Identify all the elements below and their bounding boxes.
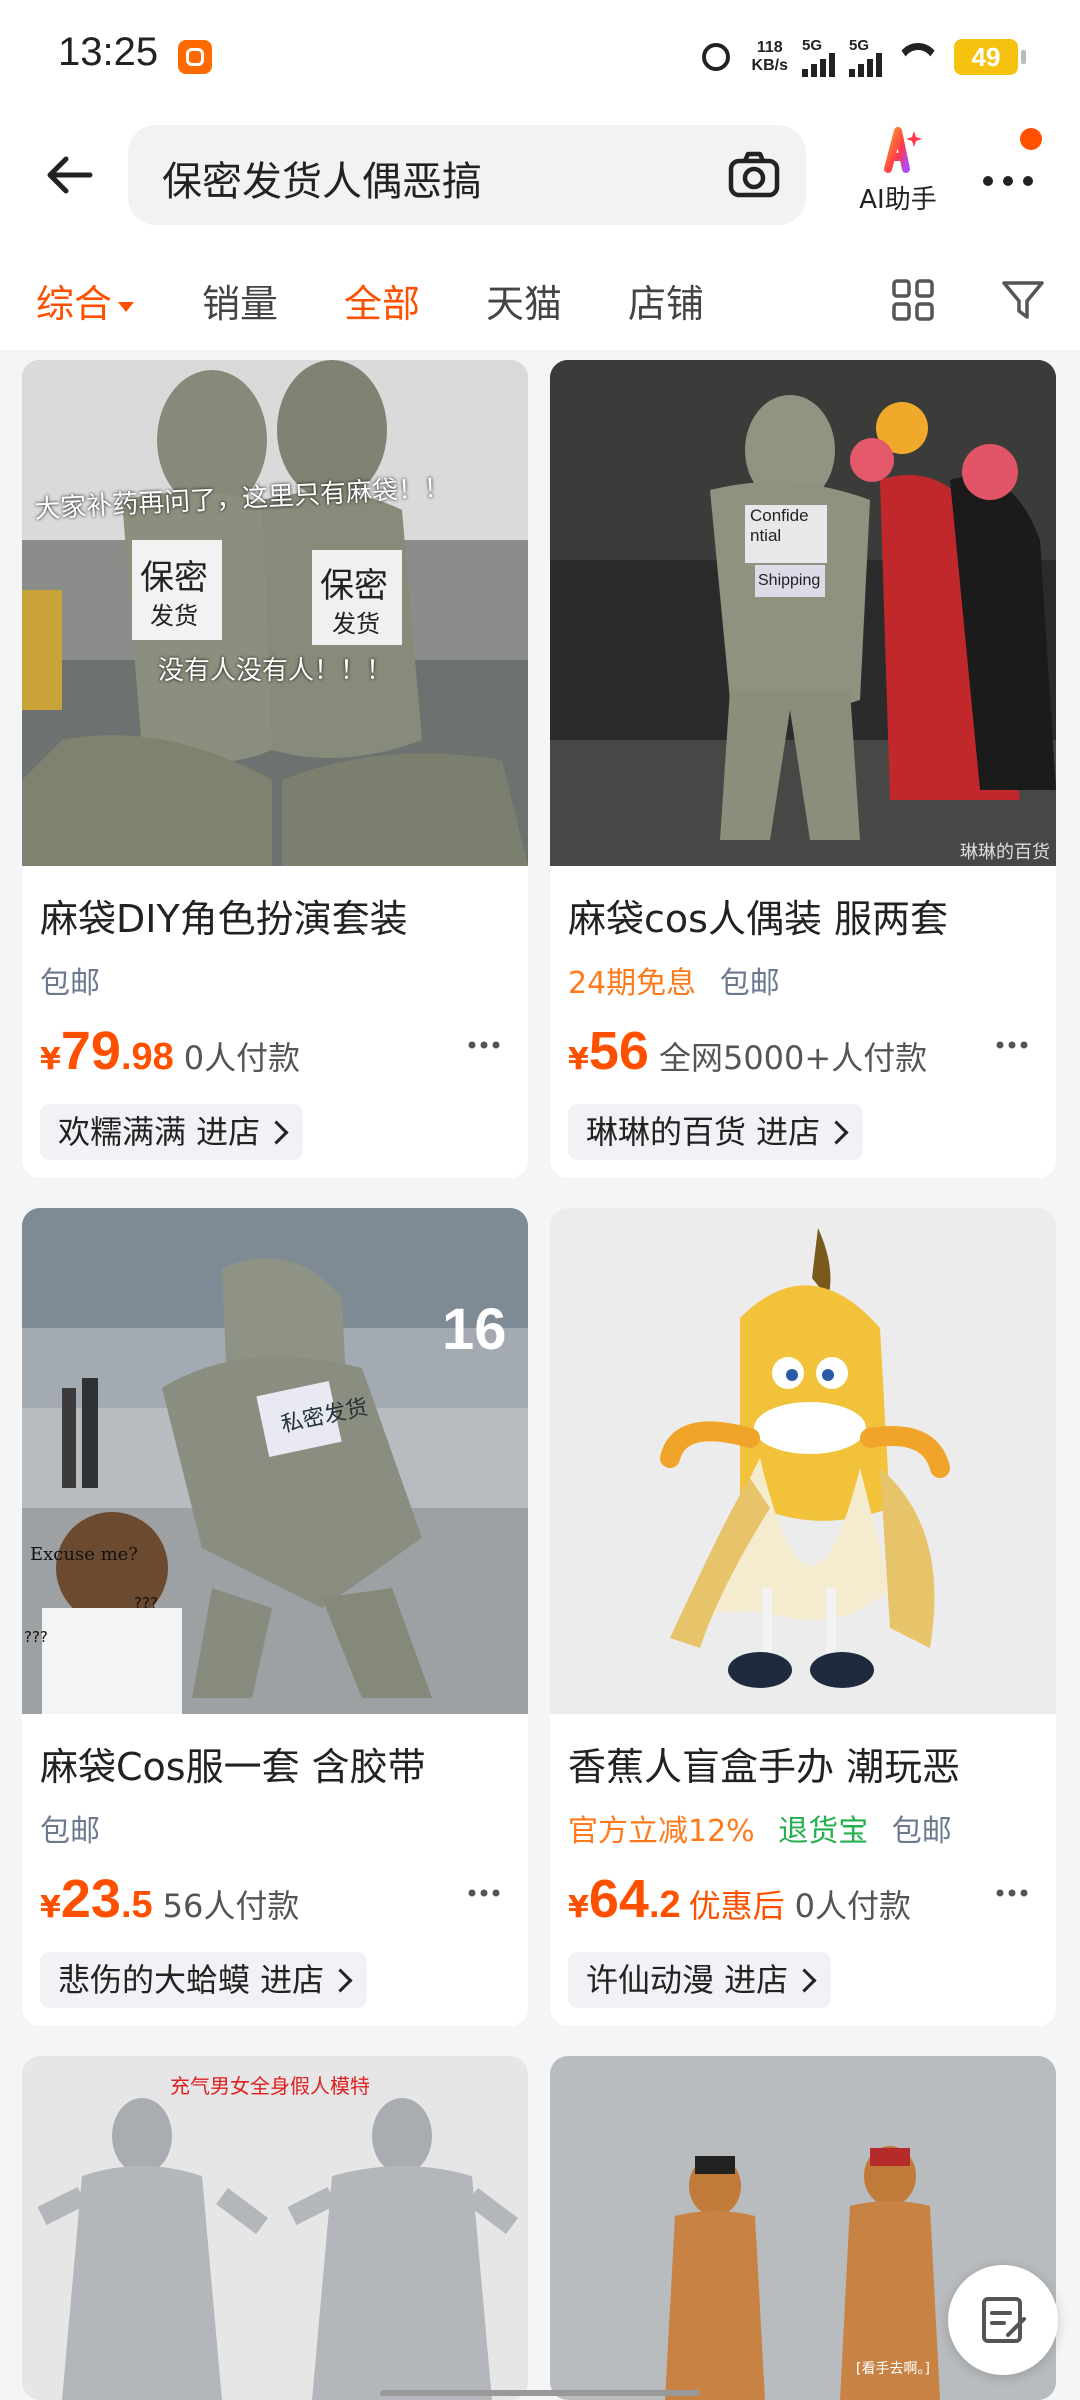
after-discount-label: 优惠后 bbox=[688, 1887, 785, 1925]
price: 64 bbox=[588, 1869, 649, 1929]
sort-tabs: 综合 销量 全部 天猫 店铺 bbox=[0, 235, 1080, 350]
tag-free-shipping: 包邮 bbox=[891, 1814, 952, 1849]
ai-assistant-button[interactable]: AI助手 bbox=[848, 127, 948, 223]
product-photo bbox=[22, 2056, 528, 2400]
filter-button[interactable] bbox=[1000, 277, 1046, 323]
product-title[interactable]: 香蕉人盲盒手办 潮玩恶 bbox=[568, 1736, 960, 1791]
back-button[interactable] bbox=[40, 145, 100, 205]
back-arrow-icon bbox=[47, 156, 93, 194]
grid-view-icon bbox=[892, 279, 934, 321]
sales-count: 全网5000+人付款 bbox=[658, 1039, 928, 1077]
tag-discount: 官方立减12% bbox=[568, 1814, 755, 1849]
product-image[interactable] bbox=[550, 1208, 1056, 1714]
edit-note-icon bbox=[982, 2297, 1026, 2343]
signal-icon-sim1: 5G bbox=[802, 38, 835, 77]
sales-count: 0人付款 bbox=[183, 1039, 301, 1077]
product-card[interactable]: 大家补药再问了，这里只有麻袋！！ 没有人没有人！！！ 保密 发货 保密 发货 麻… bbox=[22, 360, 528, 1178]
price: 56 bbox=[588, 1021, 649, 1081]
price-row: ¥ 64 .2 优惠后 0人付款 bbox=[568, 1869, 912, 1929]
network-speed: 118 KB/s bbox=[751, 39, 788, 74]
product-title[interactable]: 麻袋DIY角色扮演套装 bbox=[40, 888, 408, 943]
status-bar: 13:25 118 KB/s 5G 5G 49 bbox=[0, 0, 1080, 115]
tab-all[interactable]: 全部 bbox=[344, 273, 420, 328]
shop-link[interactable]: 悲伤的大蛤蟆 进店 bbox=[40, 1952, 368, 2008]
product-card[interactable]: 充气男女全身假人模特 bbox=[22, 2056, 528, 2400]
ai-sparkle-icon bbox=[884, 127, 922, 173]
product-image[interactable]: 充气男女全身假人模特 bbox=[22, 2056, 528, 2400]
signal-icon-sim2: 5G bbox=[849, 38, 882, 77]
tab-shops[interactable]: 店铺 bbox=[628, 273, 704, 328]
more-dots-icon bbox=[468, 1889, 500, 1897]
product-image[interactable]: 大家补药再问了，这里只有麻袋！！ 没有人没有人！！！ 保密 发货 保密 发货 bbox=[22, 360, 528, 866]
card-more-button[interactable] bbox=[992, 1030, 1032, 1060]
shop-link[interactable]: 许仙动漫 进店 bbox=[568, 1952, 832, 2008]
product-photo bbox=[22, 360, 528, 866]
app-notification-icon bbox=[178, 40, 212, 74]
chevron-right-icon bbox=[328, 1968, 353, 1993]
more-dots-icon bbox=[996, 1041, 1028, 1049]
product-tags: 包邮 bbox=[40, 1806, 114, 1850]
wifi-icon bbox=[896, 39, 940, 75]
home-indicator[interactable] bbox=[380, 2390, 700, 2396]
product-card[interactable]: 私密发货 Excuse me? ??? ??? 16 麻袋Cos服一套 含胶带 … bbox=[22, 1208, 528, 2026]
more-dots-icon bbox=[983, 176, 1033, 186]
clock: 13:25 bbox=[58, 30, 159, 74]
shop-link[interactable]: 欢糯满满 进店 bbox=[40, 1104, 304, 1160]
shop-link[interactable]: 琳琳的百货 进店 bbox=[568, 1104, 864, 1160]
card-more-button[interactable] bbox=[992, 1878, 1032, 1908]
product-title[interactable]: 麻袋Cos服一套 含胶带 bbox=[40, 1736, 426, 1791]
price-row: ¥ 56 全网5000+人付款 bbox=[568, 1021, 928, 1081]
tab-tmall[interactable]: 天猫 bbox=[486, 273, 562, 328]
chevron-right-icon bbox=[264, 1120, 289, 1145]
search-header: 保密发货人偶恶搞 AI助手 bbox=[0, 115, 1080, 235]
tab-comprehensive[interactable]: 综合 bbox=[36, 273, 135, 328]
price: 23 bbox=[60, 1869, 121, 1929]
layout-toggle-button[interactable] bbox=[890, 277, 936, 323]
tag-return-insurance: 退货宝 bbox=[778, 1814, 869, 1849]
card-more-button[interactable] bbox=[464, 1878, 504, 1908]
camera-icon bbox=[728, 151, 780, 198]
product-image[interactable]: 私密发货 Excuse me? ??? ??? 16 bbox=[22, 1208, 528, 1714]
search-input[interactable]: 保密发货人偶恶搞 bbox=[128, 125, 806, 225]
tag-free-shipping: 包邮 bbox=[719, 966, 780, 1001]
status-icons: 118 KB/s 5G 5G 49 bbox=[698, 34, 1080, 80]
card-more-button[interactable] bbox=[464, 1030, 504, 1060]
price-row: ¥ 79 .98 0人付款 bbox=[40, 1021, 301, 1081]
notification-badge bbox=[1020, 128, 1042, 150]
search-query: 保密发货人偶恶搞 bbox=[162, 159, 482, 205]
filter-funnel-icon bbox=[1002, 281, 1044, 319]
dropdown-caret-icon bbox=[118, 301, 135, 312]
product-card[interactable]: 香蕉人盲盒手办 潮玩恶 官方立减12% 退货宝 包邮 ¥ 64 .2 优惠后 0… bbox=[550, 1208, 1056, 2026]
chevron-right-icon bbox=[792, 1968, 817, 1993]
alarm-icon bbox=[698, 37, 738, 77]
product-tags: 包邮 bbox=[40, 958, 114, 1002]
product-title[interactable]: 麻袋cos人偶装 服两套 bbox=[568, 888, 948, 943]
tab-sales[interactable]: 销量 bbox=[202, 273, 278, 328]
sales-count: 56人付款 bbox=[162, 1887, 300, 1925]
product-photo bbox=[550, 1208, 1056, 1714]
chevron-right-icon bbox=[824, 1120, 849, 1145]
product-image[interactable]: Confide ntial Shipping 琳琳的百货 bbox=[550, 360, 1056, 866]
product-tags: 官方立减12% 退货宝 包邮 bbox=[568, 1806, 966, 1850]
product-photo bbox=[22, 1208, 528, 1714]
more-options-button[interactable] bbox=[976, 153, 1046, 203]
tag-free-shipping: 包邮 bbox=[40, 966, 100, 1001]
more-dots-icon bbox=[996, 1889, 1028, 1897]
camera-search-button[interactable] bbox=[726, 147, 782, 203]
tag-installment: 24期免息 bbox=[568, 966, 697, 1001]
price-row: ¥ 23 .5 56人付款 bbox=[40, 1869, 300, 1929]
product-card[interactable]: Confide ntial Shipping 琳琳的百货 麻袋cos人偶装 服两… bbox=[550, 360, 1056, 1178]
product-photo bbox=[550, 360, 1056, 866]
tag-free-shipping: 包邮 bbox=[40, 1814, 100, 1849]
battery-icon: 49 bbox=[954, 39, 1026, 75]
product-tags: 24期免息 包邮 bbox=[568, 958, 794, 1002]
more-dots-icon bbox=[468, 1041, 500, 1049]
price: 79 bbox=[60, 1021, 121, 1081]
feedback-button[interactable] bbox=[948, 2265, 1058, 2375]
sales-count: 0人付款 bbox=[794, 1887, 912, 1925]
